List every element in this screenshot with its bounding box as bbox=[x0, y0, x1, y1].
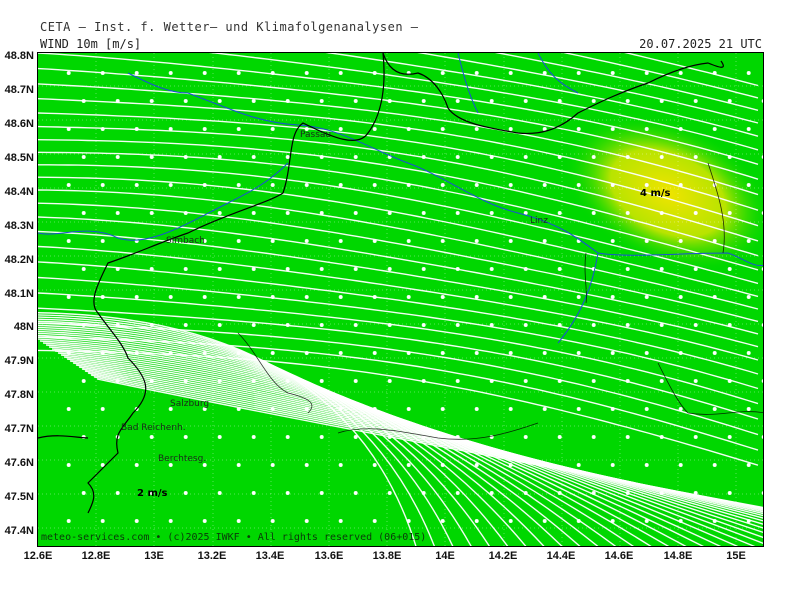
lon-label: 13E bbox=[144, 550, 164, 562]
lat-label: 48.2N bbox=[4, 254, 34, 266]
place-label-berchtesgaden: Berchtesg. bbox=[158, 454, 206, 464]
lat-label: 48.3N bbox=[4, 220, 34, 232]
lat-label: 48.4N bbox=[4, 186, 34, 198]
lat-label: 48.5N bbox=[4, 152, 34, 164]
place-label-simbach: Simbach bbox=[166, 236, 205, 246]
lon-label: 14.8E bbox=[663, 550, 693, 562]
place-label-linz: Linz bbox=[530, 216, 548, 226]
lat-label: 48N bbox=[13, 321, 34, 333]
lat-label: 48.8N bbox=[4, 50, 34, 62]
wind-map[interactable]: Passau Linz Simbach Salzburg Bad Reichen… bbox=[37, 52, 764, 547]
lat-label: 47.5N bbox=[4, 491, 34, 503]
map-title: CETA — Inst. f. Wetter— und Klimafolgena… bbox=[40, 20, 419, 34]
lat-label: 47.6N bbox=[4, 457, 34, 469]
place-label-passau: Passau bbox=[300, 130, 331, 140]
lon-label: 14E bbox=[435, 550, 455, 562]
lon-label: 15E bbox=[726, 550, 746, 562]
lon-label: 14.6E bbox=[604, 550, 634, 562]
place-label-salzburg: Salzburg bbox=[170, 399, 209, 409]
copyright-footer: meteo-services.com • (c)2025 IWKF • All … bbox=[41, 532, 427, 543]
lat-label: 48.6N bbox=[4, 118, 34, 130]
lon-label: 13.4E bbox=[255, 550, 285, 562]
place-label-bad-reichenhall: Bad Reichenh. bbox=[121, 423, 186, 433]
lat-label: 48.7N bbox=[4, 84, 34, 96]
lat-label: 47.7N bbox=[4, 423, 34, 435]
variable-label: WIND 10m [m/s] bbox=[40, 37, 142, 51]
valid-time-label: 20.07.2025 21 UTC bbox=[639, 37, 762, 51]
lon-label: 14.4E bbox=[546, 550, 576, 562]
speed-label-low: 2 m/s bbox=[137, 488, 168, 499]
lon-label: 13.8E bbox=[372, 550, 402, 562]
lon-label: 12.8E bbox=[81, 550, 111, 562]
speed-label-high: 4 m/s bbox=[640, 188, 671, 199]
wind-streamline-map: Passau Linz Simbach Salzburg Bad Reichen… bbox=[38, 53, 763, 546]
lat-label: 47.9N bbox=[4, 355, 34, 367]
lon-label: 12.6E bbox=[23, 550, 53, 562]
lon-label: 13.2E bbox=[197, 550, 227, 562]
lat-label: 47.8N bbox=[4, 389, 34, 401]
lon-label: 14.2E bbox=[488, 550, 518, 562]
lat-label: 48.1N bbox=[4, 288, 34, 300]
lat-label: 47.4N bbox=[4, 525, 34, 537]
lon-label: 13.6E bbox=[314, 550, 344, 562]
